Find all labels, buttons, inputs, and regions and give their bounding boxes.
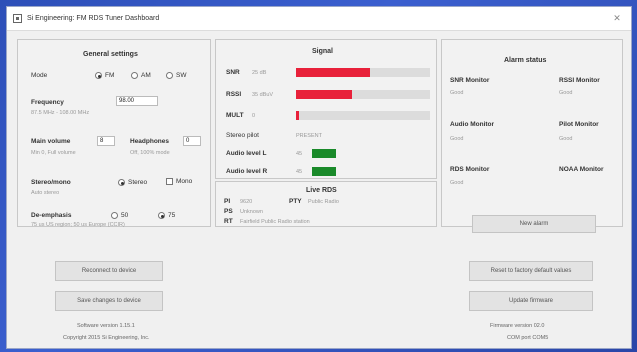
de-emphasis-75-label: 75 (168, 212, 176, 219)
de-emphasis-50-radio[interactable] (111, 212, 118, 219)
save-changes-button[interactable]: Save changes to device (55, 291, 163, 311)
pilot-monitor-value: Good (559, 136, 573, 142)
title-bar: Si Engineering: FM RDS Tuner Dashboard ✕ (7, 7, 631, 31)
audio-level-right-value: 45 (296, 169, 303, 175)
rt-label: RT (224, 218, 233, 225)
stereo-sub: Auto stereo (31, 190, 60, 196)
snr-monitor-label: SNR Monitor (450, 77, 490, 84)
reset-defaults-button[interactable]: Reset to factory default values (469, 261, 593, 281)
mode-am-radio[interactable] (131, 72, 138, 79)
pi-label: PI (224, 198, 231, 205)
update-firmware-button[interactable]: Update firmware (469, 291, 593, 311)
audio-right-bar (312, 167, 430, 176)
headphones-input[interactable]: 0 (183, 136, 201, 146)
stereo-pilot-value: PRESENT (296, 133, 322, 139)
main-volume-input[interactable]: 8 (97, 136, 115, 146)
rssi-monitor-label: RSSI Monitor (559, 77, 600, 84)
ps-value: Unknown (240, 209, 263, 215)
audio-left-bar-fill (312, 149, 336, 158)
mode-am-label: AM (141, 72, 151, 79)
de-emphasis-sub: 75 us US region; 50 us Europe (CCIR) (31, 222, 125, 228)
snr-label: SNR (226, 69, 240, 76)
headphones-range: Off, 100% mode (130, 150, 170, 156)
software-version: Software version 1.15.1 (77, 323, 135, 329)
main-volume-range: Min 0, Full volume (31, 150, 76, 156)
audio-right-bar-fill (312, 167, 336, 176)
audio-monitor-label: Audio Monitor (450, 121, 495, 128)
audio-level-right-label: Audio level R (226, 168, 268, 175)
stereo-option-label: Stereo (128, 179, 148, 186)
de-emphasis-label: De-emphasis (31, 212, 72, 219)
rssi-bar (296, 90, 430, 99)
reconnect-button[interactable]: Reconnect to device (55, 261, 163, 281)
stereo-mono-label: Stereo/mono (31, 179, 71, 186)
rssi-value: 35 dBuV (252, 92, 274, 98)
snr-value: 25 dB (252, 70, 267, 76)
audio-left-bar (312, 149, 430, 158)
firmware-version: Firmware version 02.0 (490, 323, 545, 329)
mono-checkbox[interactable] (166, 178, 173, 185)
de-emphasis-50-label: 50 (121, 212, 129, 219)
audio-level-left-label: Audio level L (226, 150, 267, 157)
live-rds-panel: Live RDS PI 9620 PTY Public Radio PS Unk… (215, 181, 437, 227)
alarm-status-panel: Alarm status SNR Monitor Good RSSI Monit… (441, 39, 623, 233)
snr-bar-fill (296, 68, 370, 77)
rssi-bar-fill (296, 90, 353, 99)
mode-fm-label: FM (105, 72, 115, 79)
mode-label: Mode (31, 72, 48, 79)
stereo-radio[interactable] (118, 179, 125, 186)
mode-sw-radio[interactable] (166, 72, 173, 79)
frequency-range: 87.5 MHz - 108.00 MHz (31, 110, 90, 116)
live-rds-title: Live RDS (306, 187, 337, 194)
de-emphasis-75-radio[interactable] (158, 212, 165, 219)
pi-value: 9620 (240, 199, 253, 205)
signal-title: Signal (312, 48, 334, 55)
rt-value: Fairfield Public Radio station (240, 219, 310, 225)
rds-monitor-label: RDS Monitor (450, 166, 490, 173)
com-port: COM port COM5 (507, 335, 549, 341)
signal-panel: Signal SNR 25 dB RSSI 35 dBuV MULT 0 Ste… (215, 39, 437, 179)
close-icon[interactable]: ✕ (611, 13, 623, 24)
new-alarm-button[interactable]: New alarm (472, 215, 596, 233)
copyright-text: Copyright 2015 Si Engineering, Inc. (63, 335, 150, 341)
rds-monitor-value: Good (450, 180, 464, 186)
main-volume-label: Main volume (31, 138, 71, 145)
mult-bar (296, 111, 430, 120)
pty-label: PTY (289, 198, 302, 205)
mult-value: 0 (252, 113, 256, 119)
mult-bar-fill (296, 111, 299, 120)
snr-bar (296, 68, 430, 77)
noaa-monitor-label: NOAA Monitor (559, 166, 604, 173)
window-title: Si Engineering: FM RDS Tuner Dashboard (27, 15, 160, 22)
audio-level-left-value: 45 (296, 151, 303, 157)
headphones-label: Headphones (130, 138, 170, 145)
general-settings-title: General settings (83, 51, 138, 58)
frequency-label: Frequency (31, 99, 64, 106)
frequency-input[interactable]: 98.00 (116, 96, 158, 106)
rssi-label: RSSI (226, 91, 242, 98)
mode-fm-radio[interactable] (95, 72, 102, 79)
general-settings-panel: General settings Mode FM AM SW Frequency… (17, 39, 211, 228)
snr-monitor-value: Good (450, 90, 464, 96)
mode-sw-label: SW (176, 72, 187, 79)
pty-value: Public Radio (308, 199, 339, 205)
rssi-monitor-value: Good (559, 90, 573, 96)
alarm-status-title: Alarm status (504, 57, 547, 64)
mult-label: MULT (226, 112, 244, 119)
pilot-monitor-label: Pilot Monitor (559, 121, 599, 128)
stereo-pilot-label: Stereo pilot (226, 132, 259, 139)
app-window: Si Engineering: FM RDS Tuner Dashboard ✕… (6, 6, 632, 349)
audio-monitor-value: Good (450, 136, 464, 142)
ps-label: PS (224, 208, 233, 215)
app-icon (13, 14, 22, 23)
mono-option-label: Mono (176, 178, 193, 185)
